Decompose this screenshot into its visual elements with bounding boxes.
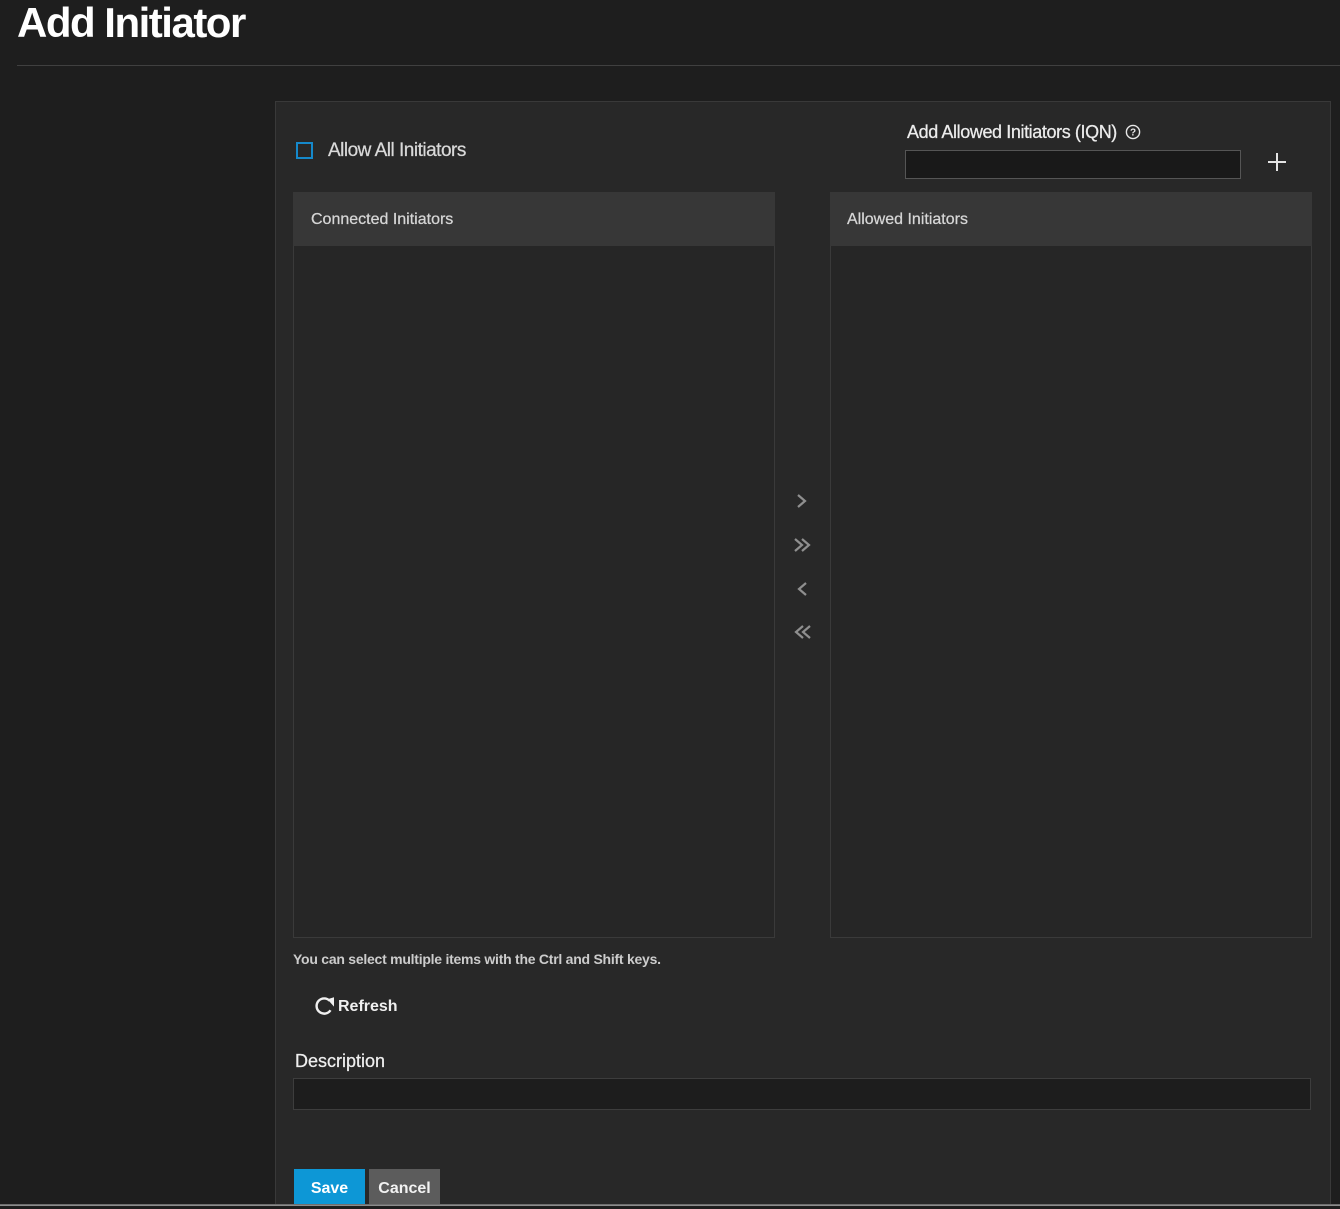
svg-text:?: ? (1130, 128, 1136, 139)
